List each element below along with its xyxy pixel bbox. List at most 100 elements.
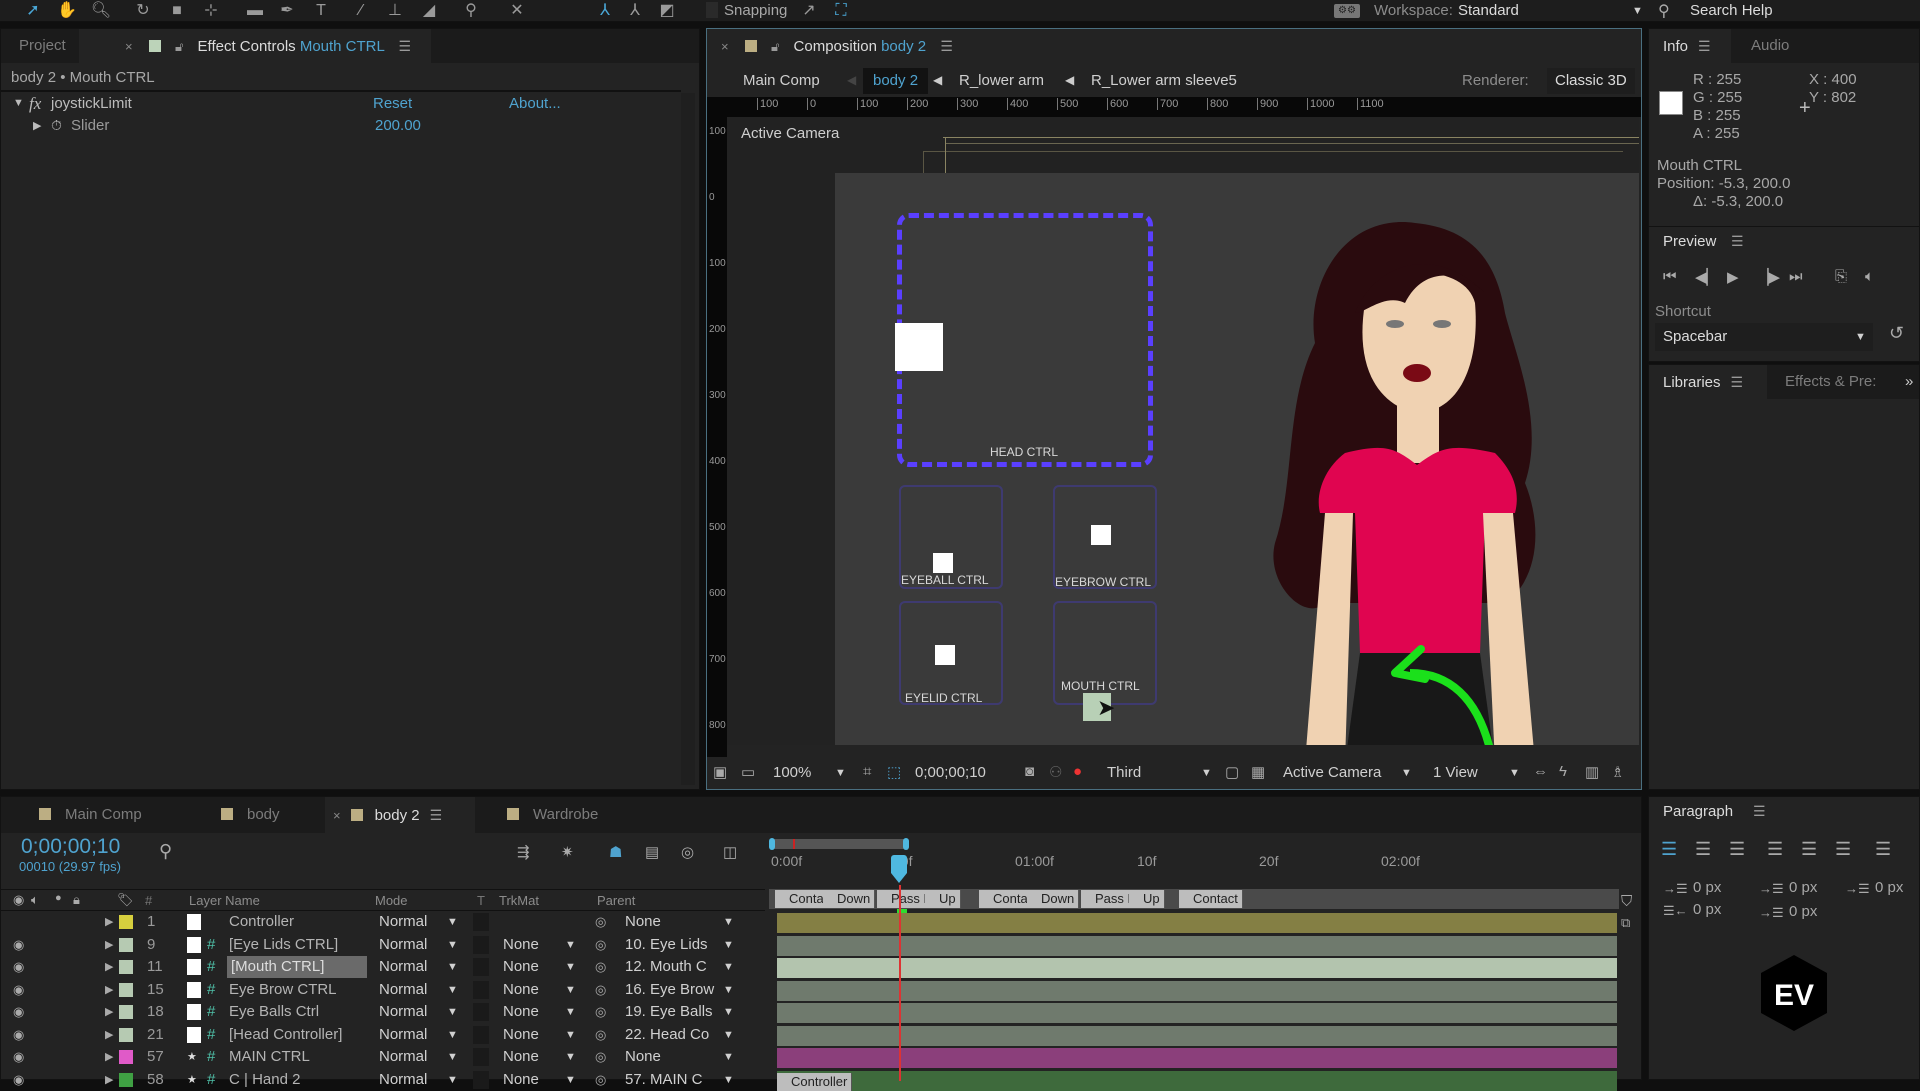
type-tool-icon[interactable]: T <box>310 1 332 21</box>
pick-whip-icon[interactable]: ◎ <box>595 1046 606 1068</box>
last-frame-icon[interactable]: ⏭ <box>1789 268 1803 285</box>
space-before-field[interactable]: 0 px <box>1789 879 1817 896</box>
indent-left-field[interactable]: 0 px <box>1693 879 1721 896</box>
layer-duration-bar[interactable] <box>777 1003 1617 1023</box>
pick-whip-icon[interactable]: ◎ <box>595 979 606 1001</box>
tab-effects-presets[interactable]: Effects & Pre: <box>1777 365 1884 399</box>
breadcrumb-r-lower-arm-sleeve5[interactable]: R_Lower arm sleeve5 <box>1091 72 1237 89</box>
previous-frame-icon[interactable]: ◀▏ <box>1695 268 1718 286</box>
justify-last-left-icon[interactable]: ☰ <box>1767 839 1783 860</box>
eyeball-ctrl-handle[interactable] <box>933 553 953 573</box>
parent-select[interactable]: None <box>625 911 661 933</box>
safe-margins-icon[interactable]: ⌗ <box>863 763 871 780</box>
camera-select[interactable]: Active Camera ▼ <box>1283 757 1415 789</box>
comp-marker-bin-icon[interactable]: ⛉ <box>1621 893 1632 910</box>
tab-audio[interactable]: Audio <box>1743 29 1797 63</box>
expand-triangle-icon[interactable]: ▶ <box>105 1046 113 1068</box>
pick-whip-icon[interactable]: ◎ <box>595 1001 606 1023</box>
layer-row[interactable]: ◉ ▶ 18 # Eye Balls Ctrl Normal ▼ None ▼ ◎ 19. Eye … <box>1 1001 761 1023</box>
parent-select[interactable]: 16. Eye Brow <box>625 979 714 1001</box>
space-after-field[interactable]: 0 px <box>1789 903 1817 920</box>
preserve-transparency-toggle[interactable] <box>473 913 489 931</box>
trkmat-select[interactable]: None <box>503 934 539 956</box>
first-line-indent-field[interactable]: 0 px <box>1875 879 1903 896</box>
always-preview-icon[interactable]: ▣ <box>713 763 727 781</box>
pan-behind-tool-icon[interactable]: ⊹ <box>200 1 222 21</box>
fx-icon[interactable]: fx <box>29 94 41 114</box>
pick-whip-icon[interactable]: ◎ <box>595 934 606 956</box>
motion-blur-icon[interactable]: ◎ <box>681 843 694 861</box>
comp-marker[interactable]: Down <box>1027 890 1080 908</box>
camera-tool-icon[interactable]: ■ <box>166 1 188 21</box>
current-time[interactable]: 0;00;00;10 <box>915 764 986 781</box>
layer-duration-bar[interactable] <box>777 1070 1617 1091</box>
justify-last-right-icon[interactable]: ☰ <box>1835 839 1851 860</box>
parent-select[interactable]: 10. Eye Lids <box>625 934 708 956</box>
orbit-tool-icon[interactable]: ↻ <box>132 1 154 21</box>
views-select[interactable]: 1 View ▼ <box>1433 757 1523 789</box>
zoom-tool-icon[interactable]: 🔍︎ <box>90 1 112 21</box>
label-color-swatch[interactable] <box>119 937 133 952</box>
indent-right-field[interactable]: 0 px <box>1693 901 1721 918</box>
fast-previews-icon[interactable]: ϟ <box>1559 763 1567 780</box>
stopwatch-icon[interactable]: ⏱ <box>51 117 62 134</box>
comp-marker[interactable]: Conta <box>979 890 1033 908</box>
panel-menu-icon[interactable]: ☰ <box>940 38 953 54</box>
panel-menu-icon[interactable]: ☰ <box>1731 233 1744 250</box>
channel-icon[interactable]: ● <box>1073 763 1082 780</box>
panel-menu-icon[interactable]: ☰ <box>430 807 443 823</box>
comp-marker[interactable]: Contact <box>1179 890 1243 908</box>
eraser-tool-icon[interactable]: ◢ <box>418 1 440 21</box>
preserve-transparency-toggle[interactable] <box>473 1048 489 1066</box>
layer-name[interactable]: Eye Brow CTRL <box>229 979 337 1001</box>
frame-blending-icon[interactable]: ▤ <box>645 843 659 861</box>
search-icon[interactable]: ⚲ <box>159 841 172 862</box>
layer-duration-bar[interactable] <box>777 1025 1617 1046</box>
layer-row[interactable]: ◉ ▶ 11 # [Mouth CTRL] Normal ▼ None ▼ ◎ 12. Mouth … <box>1 956 761 978</box>
expand-triangle-icon[interactable]: ▶ <box>105 979 113 1001</box>
rectangle-tool-icon[interactable]: ▬ <box>244 1 266 21</box>
panel-menu-icon[interactable]: ☰ <box>1753 803 1766 820</box>
navigator-end-handle[interactable] <box>903 838 909 850</box>
mode-select[interactable]: Normal <box>379 1001 427 1023</box>
trkmat-select[interactable]: None <box>503 956 539 978</box>
hand-tool-icon[interactable]: ✋ <box>56 1 78 21</box>
play-icon[interactable]: ▶ <box>1727 268 1739 286</box>
mode-select[interactable]: Normal <box>379 1046 427 1068</box>
navigator-start-handle[interactable] <box>769 838 775 850</box>
eye-visibility-icon[interactable]: ◉ <box>13 1001 24 1023</box>
eye-visibility-icon[interactable]: ◉ <box>13 979 24 1001</box>
resolution-select[interactable]: Third ▼ <box>1103 757 1213 789</box>
next-frame-icon[interactable]: ▕▶ <box>1757 268 1780 286</box>
transparency-grid-icon[interactable]: ▦ <box>1251 763 1265 781</box>
expand-triangle-icon[interactable]: ▶ <box>105 956 113 978</box>
eyelid-ctrl-handle[interactable] <box>935 645 955 665</box>
label-color-swatch[interactable] <box>119 960 133 974</box>
close-icon[interactable]: × <box>333 808 341 823</box>
justify-last-center-icon[interactable]: ☰ <box>1801 839 1817 860</box>
pick-whip-icon[interactable]: ◎ <box>595 911 606 933</box>
zoom-select[interactable]: 100% ▼ <box>773 757 893 789</box>
collapse-triangle-icon[interactable]: ▼ <box>13 97 24 109</box>
tab-info[interactable]: Info ☰ <box>1649 29 1731 63</box>
layer-duration-bar[interactable] <box>777 958 1617 978</box>
reset-shortcut-icon[interactable]: ↺ <box>1889 323 1904 344</box>
lock-icon[interactable]: 🔓︎ <box>175 39 183 54</box>
parent-select[interactable]: 22. Head Co <box>625 1024 709 1046</box>
view-axis-icon[interactable]: ◩ <box>656 1 678 21</box>
slider-value[interactable]: 200.00 <box>375 117 421 134</box>
snapping-checkbox[interactable] <box>706 2 718 18</box>
breadcrumb-r-lower-arm[interactable]: R_lower arm <box>959 72 1044 89</box>
eye-visibility-icon[interactable]: ◉ <box>13 1024 24 1046</box>
region-of-interest-icon[interactable]: ▢ <box>1225 763 1239 781</box>
pick-whip-icon[interactable]: ◎ <box>595 1024 606 1046</box>
comp-marker[interactable]: Up <box>925 890 961 908</box>
audio-icon[interactable]: 🔈︎ <box>1865 268 1874 285</box>
align-right-icon[interactable]: ☰ <box>1729 839 1745 860</box>
workspace-gear-icon[interactable]: ⚙⚙ <box>1334 4 1360 18</box>
search-help-input[interactable]: Search Help <box>1690 2 1773 19</box>
layer-name[interactable]: Controller <box>229 911 294 933</box>
parent-select[interactable]: 12. Mouth C <box>625 956 707 978</box>
preserve-transparency-toggle[interactable] <box>473 980 489 999</box>
tab-body-2[interactable]: × body 2 ☰ <box>325 797 475 833</box>
